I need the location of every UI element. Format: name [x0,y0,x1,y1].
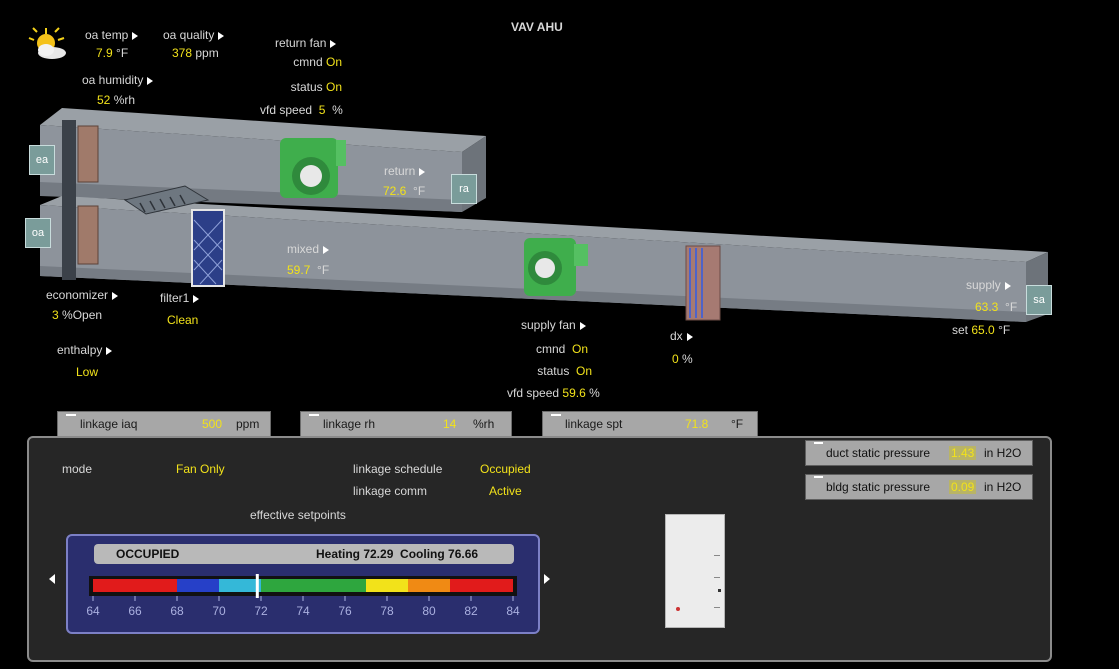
scale-tick-label: 80 [422,604,436,618]
tab-linkage-rh[interactable]: linkage rh 14 %rh [300,411,512,438]
scale-band [219,579,261,592]
oa-badge[interactable]: oa [25,218,51,248]
scale-tick-label: 74 [296,604,310,618]
return-fan-icon [280,138,346,198]
mixed-air-reading: 59.7 °F [287,263,330,277]
scale-band [366,579,408,592]
scale-band [177,579,219,592]
setpoint-scale: 64 66 68 70 72 74 76 78 80 82 84 [86,574,520,618]
enthalpy-value: Low [76,365,99,379]
scale-tick-label: 64 [86,604,100,618]
dx-label[interactable]: dx [670,329,693,343]
scale-tick-label: 78 [380,604,394,618]
mixed-air-label[interactable]: mixed [287,242,330,256]
scale-tick-label: 66 [128,604,142,618]
economizer-reading: 3 %Open [52,308,103,322]
dash-icon [814,442,823,444]
scale-tick-label: 68 [170,604,184,618]
supply-air-label[interactable]: supply [966,278,1011,292]
comm-label: linkage comm [353,484,428,498]
mode-label: mode [62,462,93,476]
supply-fan-cmnd: cmnd On [535,342,588,356]
sa-badge[interactable]: sa [1026,285,1052,315]
return-air-label[interactable]: return [384,164,426,178]
supply-air-reading: 63.3 °F [975,300,1018,314]
scale-tick-label: 72 [254,604,268,618]
scale-band [261,579,366,592]
expand-arrow-icon [419,167,426,176]
scale-tick-label: 76 [338,604,352,618]
expand-arrow-icon [323,245,330,254]
economizer-label[interactable]: economizer [46,288,119,302]
expand-arrow-icon [106,346,113,355]
dash-icon [66,414,76,416]
schedule-value: Occupied [480,462,531,476]
supply-air-setpoint: set 65.0 °F [952,323,1011,337]
expand-arrow-icon [579,321,586,330]
scale-tick-label: 84 [506,604,520,618]
scroll-right-icon[interactable] [544,574,550,584]
comm-value: Active [489,484,522,498]
filter-status: Clean [167,313,199,327]
expand-arrow-icon [193,294,200,303]
scale-band [93,579,177,592]
scale-tick-label: 70 [212,604,226,618]
thermostat-device [665,514,725,628]
filter-label[interactable]: filter1 [160,291,200,305]
return-air-reading: 72.6 °F [383,184,426,198]
expand-arrow-icon [686,332,693,341]
mode-value: Fan Only [176,462,225,476]
schedule-label: linkage schedule [353,462,443,476]
control-panel: mode Fan Only linkage schedule Occupied … [27,436,1052,662]
supply-fan-status: status On [537,364,592,378]
scale-tick-label: 82 [464,604,478,618]
dash-icon [814,476,823,478]
supply-fan-speed: vfd speed 59.6 % [507,386,600,400]
expand-arrow-icon [1004,281,1011,290]
setpoint-summary: Heating 72.29 Cooling 76.66 [316,547,479,561]
ea-badge[interactable]: ea [29,145,55,175]
duct-static-pressure[interactable]: duct static pressure 1.43 in H2O [805,440,1033,466]
bldg-static-pressure[interactable]: bldg static pressure 0.09 in H2O [805,474,1033,500]
dash-icon [551,414,561,416]
scale-band [408,579,450,592]
scale-band [450,579,513,592]
dx-reading: 0 % [672,352,693,366]
tab-linkage-spt[interactable]: linkage spt 71.8 °F [542,411,758,438]
supply-fan-label[interactable]: supply fan [521,318,586,332]
ra-badge[interactable]: ra [451,174,477,204]
setpoints-label: effective setpoints [250,508,346,522]
setpoint-state: OCCUPIED [116,547,180,561]
dash-icon [309,414,319,416]
tab-linkage-iaq[interactable]: linkage iaq 500 ppm [57,411,271,438]
scroll-left-icon[interactable] [49,574,55,584]
enthalpy-label[interactable]: enthalpy [57,343,113,357]
expand-arrow-icon [112,291,119,300]
current-temp-marker [255,574,259,598]
setpoint-widget[interactable]: OCCUPIED Heating 72.29 Cooling 76.66 64 6… [66,534,540,634]
setpoint-header: OCCUPIED Heating 72.29 Cooling 76.66 [94,544,514,564]
